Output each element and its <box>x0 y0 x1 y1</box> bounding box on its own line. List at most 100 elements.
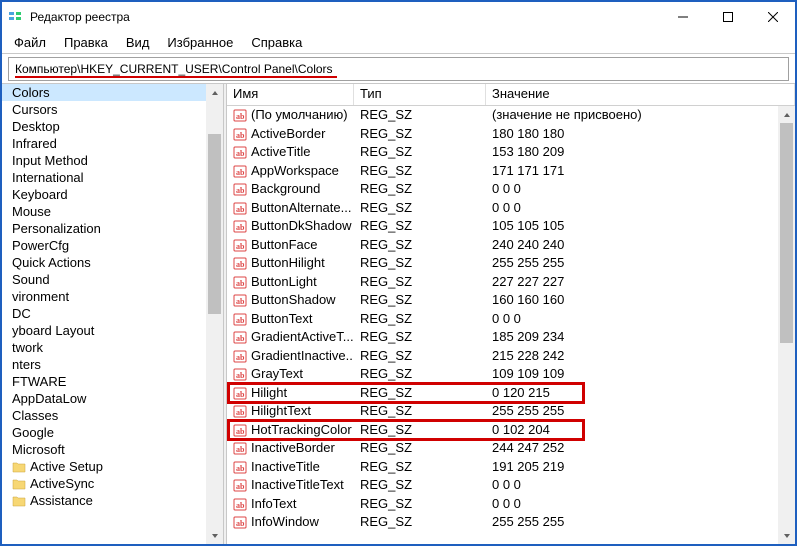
scroll-thumb[interactable] <box>208 134 221 314</box>
tree-item[interactable]: AppDataLow <box>2 390 223 407</box>
value-name: HotTrackingColor <box>251 421 352 440</box>
table-row[interactable]: abHilightREG_SZ0 120 215 <box>227 384 795 403</box>
tree-item[interactable]: Infrared <box>2 135 223 152</box>
tree-item[interactable]: Personalization <box>2 220 223 237</box>
string-value-icon: ab <box>233 201 247 215</box>
string-value-icon: ab <box>233 349 247 363</box>
column-header-name[interactable]: Имя <box>227 84 354 105</box>
value-name: ButtonDkShadow <box>251 217 351 236</box>
scroll-down-icon[interactable] <box>206 527 223 544</box>
svg-text:ab: ab <box>236 408 245 417</box>
tree-item[interactable]: Input Method <box>2 152 223 169</box>
menubar: Файл Правка Вид Избранное Справка <box>2 32 795 54</box>
table-row[interactable]: abInfoWindowREG_SZ255 255 255 <box>227 513 795 532</box>
table-row[interactable]: abButtonAlternate...REG_SZ0 0 0 <box>227 199 795 218</box>
table-row[interactable]: abActiveBorderREG_SZ180 180 180 <box>227 125 795 144</box>
scroll-down-icon[interactable] <box>778 527 795 544</box>
value-name: GradientInactive... <box>251 347 354 366</box>
folder-icon <box>12 478 26 490</box>
value-name: Hilight <box>251 384 287 403</box>
tree-pane[interactable]: ColorsCursorsDesktopInfraredInput Method… <box>2 84 223 544</box>
table-row[interactable]: abAppWorkspaceREG_SZ171 171 171 <box>227 162 795 181</box>
tree-item[interactable]: Classes <box>2 407 223 424</box>
tree-item-label: twork <box>12 339 43 356</box>
list-pane: Имя Тип Значение ab(По умолчанию)REG_SZ(… <box>227 84 795 544</box>
scroll-up-icon[interactable] <box>206 84 223 101</box>
string-value-icon: ab <box>233 108 247 122</box>
tree-item[interactable]: PowerCfg <box>2 237 223 254</box>
tree-item[interactable]: Google <box>2 424 223 441</box>
tree-item[interactable]: yboard Layout <box>2 322 223 339</box>
tree-item[interactable]: ActiveSync <box>2 475 223 492</box>
tree-item[interactable]: Keyboard <box>2 186 223 203</box>
minimize-button[interactable] <box>660 2 705 32</box>
svg-text:ab: ab <box>236 353 245 362</box>
table-row[interactable]: abInactiveBorderREG_SZ244 247 252 <box>227 439 795 458</box>
menu-help[interactable]: Справка <box>243 33 310 52</box>
tree-item[interactable]: Desktop <box>2 118 223 135</box>
tree-item[interactable]: Active Setup <box>2 458 223 475</box>
tree-item[interactable]: Mouse <box>2 203 223 220</box>
table-row[interactable]: abInactiveTitleTextREG_SZ0 0 0 <box>227 476 795 495</box>
value-name: InactiveTitleText <box>251 476 344 495</box>
table-row[interactable]: abButtonShadowREG_SZ160 160 160 <box>227 291 795 310</box>
table-row[interactable]: abButtonDkShadowREG_SZ105 105 105 <box>227 217 795 236</box>
tree-item[interactable]: Microsoft <box>2 441 223 458</box>
column-header-type[interactable]: Тип <box>354 84 486 105</box>
table-row[interactable]: abInactiveTitleREG_SZ191 205 219 <box>227 458 795 477</box>
titlebar[interactable]: Редактор реестра <box>2 2 795 32</box>
tree-item[interactable]: Sound <box>2 271 223 288</box>
table-row[interactable]: abGradientInactive...REG_SZ215 228 242 <box>227 347 795 366</box>
scroll-thumb[interactable] <box>780 123 793 343</box>
tree-item[interactable]: Colors <box>2 84 223 101</box>
tree-item[interactable]: vironment <box>2 288 223 305</box>
string-value-icon: ab <box>233 423 247 437</box>
value-name: InactiveBorder <box>251 439 335 458</box>
string-value-icon: ab <box>233 164 247 178</box>
value-name: ButtonFace <box>251 236 318 255</box>
table-row[interactable]: abButtonTextREG_SZ0 0 0 <box>227 310 795 329</box>
value-name: ActiveBorder <box>251 125 325 144</box>
svg-text:ab: ab <box>236 390 245 399</box>
table-row[interactable]: abInfoTextREG_SZ0 0 0 <box>227 495 795 514</box>
svg-text:ab: ab <box>236 112 245 121</box>
tree-item-label: Input Method <box>12 152 88 169</box>
tree-item[interactable]: Quick Actions <box>2 254 223 271</box>
tree-item[interactable]: Cursors <box>2 101 223 118</box>
table-row[interactable]: ab(По умолчанию)REG_SZ(значение не присв… <box>227 106 795 125</box>
value-data: 227 227 227 <box>486 273 795 292</box>
table-row[interactable]: abButtonHilightREG_SZ255 255 255 <box>227 254 795 273</box>
list-scrollbar[interactable] <box>778 106 795 544</box>
address-bar[interactable]: Компьютер\HKEY_CURRENT_USER\Control Pane… <box>8 57 789 81</box>
table-row[interactable]: abBackgroundREG_SZ0 0 0 <box>227 180 795 199</box>
table-row[interactable]: abButtonFaceREG_SZ240 240 240 <box>227 236 795 255</box>
value-type: REG_SZ <box>354 310 486 329</box>
value-data: 0 0 0 <box>486 180 795 199</box>
tree-scrollbar[interactable] <box>206 84 223 544</box>
tree-item[interactable]: twork <box>2 339 223 356</box>
scroll-up-icon[interactable] <box>778 106 795 123</box>
table-row[interactable]: abButtonLightREG_SZ227 227 227 <box>227 273 795 292</box>
tree-item[interactable]: FTWARE <box>2 373 223 390</box>
tree-item[interactable]: International <box>2 169 223 186</box>
menu-edit[interactable]: Правка <box>56 33 116 52</box>
svg-text:ab: ab <box>236 186 245 195</box>
tree-item[interactable]: DC <box>2 305 223 322</box>
maximize-button[interactable] <box>705 2 750 32</box>
value-type: REG_SZ <box>354 513 486 532</box>
table-row[interactable]: abHotTrackingColorREG_SZ0 102 204 <box>227 421 795 440</box>
table-row[interactable]: abGrayTextREG_SZ109 109 109 <box>227 365 795 384</box>
menu-favorites[interactable]: Избранное <box>159 33 241 52</box>
table-row[interactable]: abGradientActiveT...REG_SZ185 209 234 <box>227 328 795 347</box>
list-body[interactable]: ab(По умолчанию)REG_SZ(значение не присв… <box>227 106 795 544</box>
close-button[interactable] <box>750 2 795 32</box>
tree-item[interactable]: Assistance <box>2 492 223 509</box>
menu-view[interactable]: Вид <box>118 33 158 52</box>
tree-item[interactable]: nters <box>2 356 223 373</box>
column-header-value[interactable]: Значение <box>486 84 795 105</box>
value-name: ButtonAlternate... <box>251 199 351 218</box>
table-row[interactable]: abHilightTextREG_SZ255 255 255 <box>227 402 795 421</box>
table-row[interactable]: abActiveTitleREG_SZ153 180 209 <box>227 143 795 162</box>
svg-text:ab: ab <box>236 297 245 306</box>
menu-file[interactable]: Файл <box>6 33 54 52</box>
